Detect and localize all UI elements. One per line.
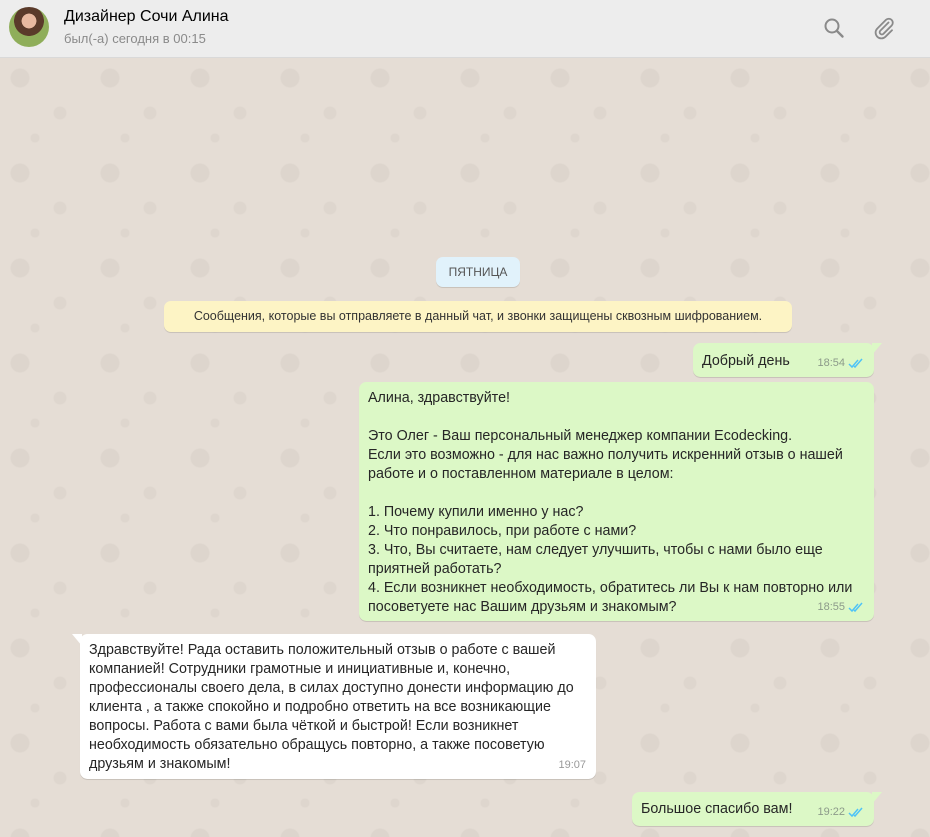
paperclip-icon[interactable]: [872, 16, 896, 40]
chat-panel[interactable]: ПЯТНИЦА Сообщения, которые вы отправляет…: [0, 58, 930, 837]
message-text: Алина, здравствуйте! Это Олег - Ваш перс…: [368, 390, 853, 615]
outgoing-message[interactable]: Большое спасибо вам! 19:22: [632, 792, 882, 826]
message-time: 18:55: [817, 601, 845, 613]
contact-avatar[interactable]: [9, 7, 49, 47]
message-text: Большое спасибо вам!: [641, 801, 793, 817]
incoming-message[interactable]: Здравствуйте! Рада оставить положительны…: [72, 634, 596, 779]
message-text: Здравствуйте! Рада оставить положительны…: [89, 642, 578, 772]
message-time: 18:54: [817, 357, 845, 369]
outgoing-message[interactable]: Алина, здравствуйте! Это Олег - Ваш перс…: [359, 382, 874, 621]
contact-name[interactable]: Дизайнер Сочи Алина: [64, 8, 229, 26]
read-ticks-icon: [848, 807, 863, 818]
encryption-notice[interactable]: Сообщения, которые вы отправляете в данн…: [164, 301, 792, 332]
message-meta: 19:22: [817, 803, 864, 822]
contact-last-seen: был(-а) сегодня в 00:15: [64, 31, 206, 46]
message-meta: 19:07: [558, 756, 586, 775]
read-ticks-icon: [848, 358, 863, 369]
chat-header: Дизайнер Сочи Алина был(-а) сегодня в 00…: [0, 0, 930, 58]
read-ticks-icon: [848, 602, 863, 613]
search-icon[interactable]: [822, 16, 846, 40]
message-time: 19:07: [558, 759, 586, 771]
message-time: 19:22: [817, 806, 845, 818]
message-meta: 18:54: [817, 354, 864, 373]
date-chip: ПЯТНИЦА: [436, 257, 520, 287]
message-meta: 18:55: [817, 598, 864, 617]
message-text: Добрый день: [702, 353, 790, 369]
outgoing-message[interactable]: Добрый день 18:54: [693, 343, 882, 377]
